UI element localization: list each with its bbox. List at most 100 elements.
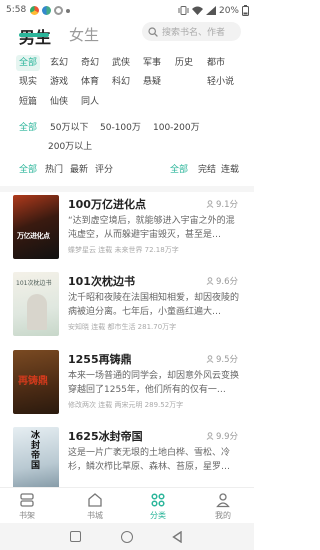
status-time: 5:58 <box>6 5 27 15</box>
book-list-item[interactable]: 101次枕边书 101次枕边书 9.6分 沈千昭和夜陵在法国相知相爱，却因夜陵的… <box>0 272 254 350</box>
book-cover: 万亿进化点 <box>13 195 59 259</box>
nav-label: 书架 <box>19 511 35 520</box>
book-title: 1255再铸鼎 <box>68 353 132 366</box>
book-score-value: 9.5分 <box>215 355 238 365</box>
wordcount-filter-item[interactable]: 全部 <box>19 120 37 136</box>
wifi-icon <box>191 6 203 15</box>
genre-filter-item[interactable]: 科幻 <box>112 74 130 90</box>
book-cover-title: 再铸鼎 <box>18 376 48 387</box>
wordcount-filter-item[interactable]: 100-200万 <box>153 120 200 136</box>
search-icon <box>148 26 158 37</box>
sort-filter-row: 全部 热门 最新 评分 全部 完结 连载 <box>0 162 254 178</box>
section-divider <box>0 186 254 192</box>
active-tab-indicator <box>19 33 49 37</box>
genre-filter-item[interactable]: 短篇 <box>19 94 37 110</box>
status-filter-item[interactable]: 全部 <box>170 162 188 178</box>
sort-filter-item[interactable]: 全部 <box>19 162 37 178</box>
genre-filter-item[interactable]: 轻小说 <box>207 74 234 90</box>
genre-filter-item[interactable]: 悬疑 <box>143 74 161 90</box>
bottom-nav: 书架 书城 分类 我的 <box>0 487 254 523</box>
status-filter-item[interactable]: 完结 <box>198 162 216 178</box>
book-cover-title: 万亿进化点 <box>17 232 50 240</box>
search-placeholder: 搜索书名、作者 <box>162 28 226 38</box>
sort-filter-item[interactable]: 最新 <box>70 162 88 178</box>
book-list-item[interactable]: 再铸鼎 1255再铸鼎 9.5分 本来一场普通的同学会，却因意外风云变换穿越回了… <box>0 350 254 428</box>
book-meta: 修改两次 连载 两宋元明 289.52万字 <box>68 401 184 409</box>
book-description: “达到虚空境后，就能够进入宇宙之外的混沌虚空，从而躲避宇宙毁灭，甚至是… <box>68 216 235 240</box>
nav-label: 我的 <box>215 511 231 520</box>
nav-label: 分类 <box>150 511 166 520</box>
book-score: 9.5分 <box>206 353 238 365</box>
genre-filter-item[interactable]: 同人 <box>81 94 99 110</box>
book-title: 100万亿进化点 <box>68 198 146 211</box>
book-description: 沈千昭和夜陵在法国相知相爱，却因夜陵的病被迫分离。七年后，小童画红遍大… <box>68 293 240 317</box>
sort-filter-item[interactable]: 热门 <box>45 162 63 178</box>
user-icon <box>206 432 214 440</box>
genre-filter-item[interactable]: 全部 <box>16 55 41 71</box>
genre-filter-row: 现实 游戏 体育 科幻 悬疑 轻小说 <box>0 74 254 90</box>
genre-filter-item[interactable]: 体育 <box>81 74 99 90</box>
genre-filter-item[interactable]: 都市 <box>207 55 225 71</box>
book-cover: 再铸鼎 <box>13 350 59 414</box>
category-icon <box>151 493 165 507</box>
status-filter-item[interactable]: 连载 <box>221 162 239 178</box>
back-icon[interactable] <box>172 531 182 543</box>
home-icon[interactable] <box>121 531 133 543</box>
recent-apps-icon[interactable] <box>70 531 81 542</box>
signal-icon <box>205 6 216 15</box>
book-description: 这是一片广袤无垠的土地白桦、雪松、冷杉，鳞次栉比草原、森林、苔原，星罗… <box>68 448 231 472</box>
app-notification-icon <box>30 6 39 15</box>
wordcount-filter-item[interactable]: 50万以下 <box>50 120 88 136</box>
genre-filter-item[interactable]: 军事 <box>143 55 161 71</box>
book-meta: 蝶梦星云 连载 未来世界 72.18万字 <box>68 246 179 254</box>
genre-filter-item[interactable]: 现实 <box>19 74 37 90</box>
book-cover-title: 101次枕边书 <box>16 280 52 287</box>
wordcount-filter-item[interactable]: 200万以上 <box>48 139 92 155</box>
book-score-value: 9.6分 <box>215 277 238 287</box>
bookshelf-icon <box>20 493 34 507</box>
vibrate-icon <box>178 6 189 15</box>
battery-percent: 20% <box>218 5 239 16</box>
book-score-value: 9.1分 <box>215 200 238 210</box>
more-notifications-dot-icon <box>66 9 70 13</box>
wordcount-filter-item[interactable]: 50-100万 <box>100 120 141 136</box>
book-cover: 101次枕边书 <box>13 272 59 336</box>
book-score-value: 9.9分 <box>215 432 238 442</box>
nav-category[interactable]: 分类 <box>138 492 178 521</box>
genre-filter-item[interactable]: 玄幻 <box>50 55 68 71</box>
app-notification-icon <box>42 6 51 15</box>
genre-filter-row: 短篇 仙侠 同人 <box>0 94 254 110</box>
genre-filter-item[interactable]: 游戏 <box>50 74 68 90</box>
nav-profile[interactable]: 我的 <box>203 492 243 521</box>
wordcount-filter-row: 200万以上 <box>0 139 254 155</box>
book-title: 101次枕边书 <box>68 275 135 288</box>
book-list-item[interactable]: 万亿进化点 100万亿进化点 9.1分 “达到虚空境后，就能够进入宇宙之外的混沌… <box>0 195 254 273</box>
nav-label: 书城 <box>87 511 103 520</box>
book-cover-title: 冰封帝国 <box>31 431 41 471</box>
book-score: 9.1分 <box>206 198 238 210</box>
book-meta: 安知晓 连载 都市生活 281.70万字 <box>68 323 177 331</box>
search-input[interactable]: 搜索书名、作者 <box>142 22 241 41</box>
user-icon <box>206 355 214 363</box>
genre-filter-item[interactable]: 仙侠 <box>50 94 68 110</box>
bookstore-icon <box>88 493 102 507</box>
genre-filter-item[interactable]: 历史 <box>175 55 193 71</box>
book-score: 9.9分 <box>206 430 238 442</box>
app-notification-icon <box>54 6 63 15</box>
nav-bookstore[interactable]: 书城 <box>75 492 115 521</box>
tab-female[interactable]: 女生 <box>69 24 99 45</box>
status-bar: 5:58 20% <box>0 0 254 22</box>
battery-icon <box>242 5 249 16</box>
wordcount-filter-row: 全部 50万以下 50-100万 100-200万 <box>0 120 254 136</box>
sort-filter-item[interactable]: 评分 <box>95 162 113 178</box>
user-icon <box>206 277 214 285</box>
genre-filter-item[interactable]: 武侠 <box>112 55 130 71</box>
genre-filter-item[interactable]: 奇幻 <box>81 55 99 71</box>
book-score: 9.6分 <box>206 275 238 287</box>
system-nav-bar <box>0 523 254 550</box>
book-title: 1625冰封帝国 <box>68 430 143 443</box>
book-description: 本来一场普通的同学会，却因意外风云变换穿越回了1255年，他们所有的仅有一… <box>68 371 240 395</box>
profile-icon <box>216 493 230 508</box>
user-icon <box>206 200 214 208</box>
nav-bookshelf[interactable]: 书架 <box>7 492 47 521</box>
